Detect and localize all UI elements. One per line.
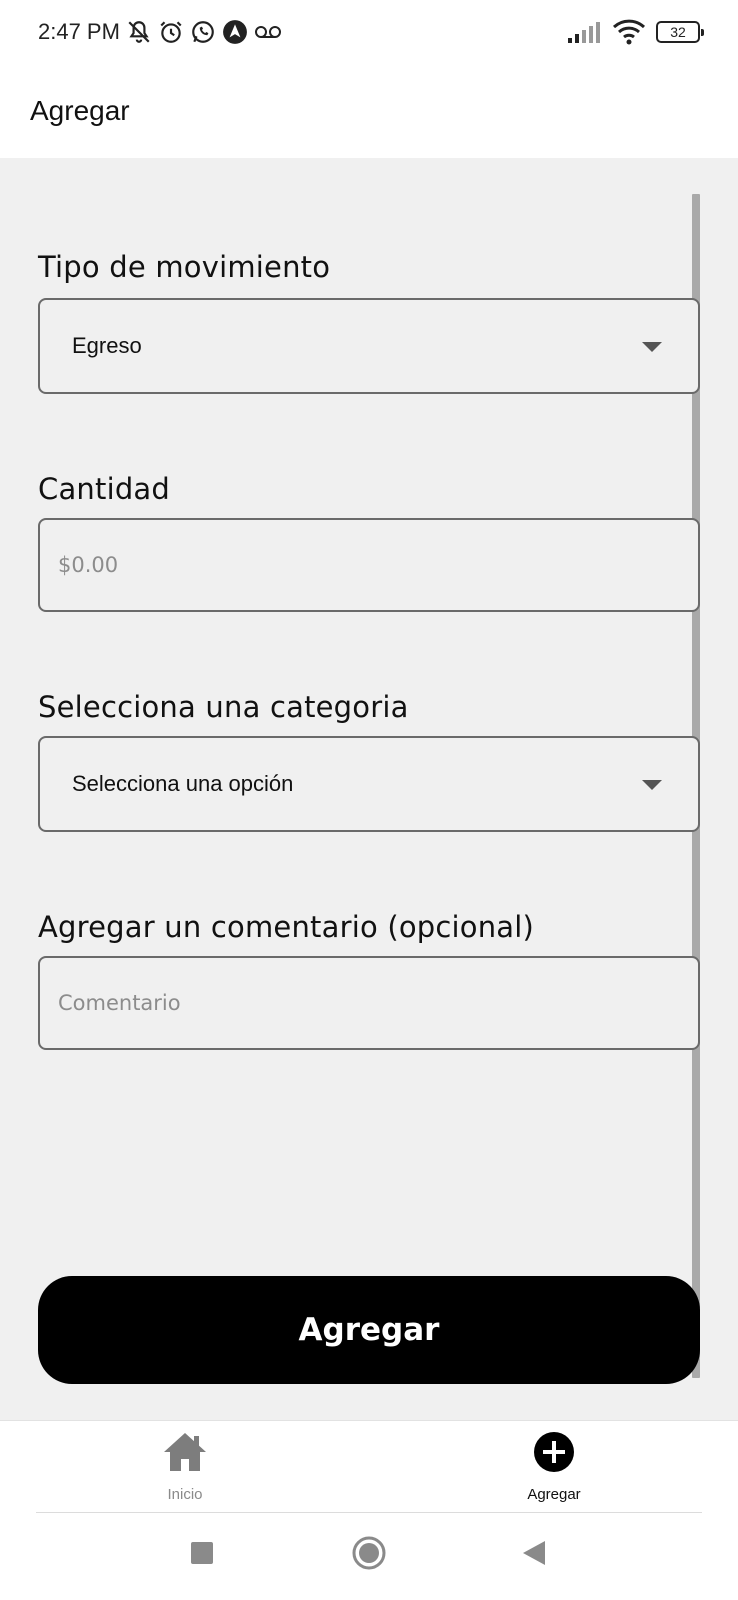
app-header: Agregar xyxy=(0,64,738,158)
signal-icon xyxy=(568,21,602,43)
wifi-icon xyxy=(612,19,646,45)
tab-inicio[interactable]: Inicio xyxy=(105,1431,265,1503)
cantidad-label: Cantidad xyxy=(38,472,171,506)
bell-off-icon xyxy=(126,19,152,45)
tipo-movimiento-label: Tipo de movimiento xyxy=(38,250,331,284)
page-title: Agregar xyxy=(30,95,130,126)
categoria-label: Selecciona una categoria xyxy=(38,690,409,724)
back-triangle-icon xyxy=(521,1539,547,1572)
form-container: Tipo de movimiento Egreso Cantidad $0.00… xyxy=(0,158,738,1420)
recent-apps-button[interactable] xyxy=(182,1535,222,1575)
chevron-down-icon xyxy=(642,780,662,790)
whatsapp-icon xyxy=(190,19,216,45)
tab-agregar[interactable]: Agregar xyxy=(474,1431,634,1503)
tab-agregar-label: Agregar xyxy=(527,1486,581,1503)
tab-inicio-label: Inicio xyxy=(167,1486,203,1503)
chevron-down-icon xyxy=(642,342,662,352)
alarm-icon xyxy=(158,19,184,45)
back-button[interactable] xyxy=(514,1535,554,1575)
categoria-value: Selecciona una opción xyxy=(72,771,294,796)
status-bar: 2:47 PM 32 xyxy=(0,0,738,64)
cantidad-placeholder: $0.00 xyxy=(58,553,119,577)
circle-icon xyxy=(351,1535,387,1576)
battery-icon: 32 xyxy=(656,21,704,43)
status-time: 2:47 PM xyxy=(38,19,120,44)
square-icon xyxy=(190,1541,214,1570)
tipo-movimiento-select[interactable]: Egreso xyxy=(38,298,700,394)
bottom-tab-bar: Inicio Agregar xyxy=(0,1420,738,1512)
agregar-button[interactable]: Agregar xyxy=(38,1276,700,1384)
voicemail-icon xyxy=(254,19,282,45)
comentario-input[interactable]: Comentario xyxy=(38,956,700,1050)
home-button[interactable] xyxy=(349,1535,389,1575)
plus-circle-icon xyxy=(533,1431,575,1478)
categoria-select[interactable]: Selecciona una opción xyxy=(38,736,700,832)
battery-level: 32 xyxy=(670,24,686,40)
system-nav-bar xyxy=(0,1513,738,1600)
nav-arrow-icon xyxy=(222,19,248,45)
comentario-label: Agregar un comentario (opcional) xyxy=(38,910,535,944)
app-screen: 2:47 PM 32 Agregar Tipo de movimiento Eg… xyxy=(0,0,738,1600)
tipo-movimiento-value: Egreso xyxy=(72,333,142,358)
comentario-placeholder: Comentario xyxy=(58,991,181,1015)
cantidad-input[interactable]: $0.00 xyxy=(38,518,700,612)
home-icon xyxy=(162,1431,208,1478)
